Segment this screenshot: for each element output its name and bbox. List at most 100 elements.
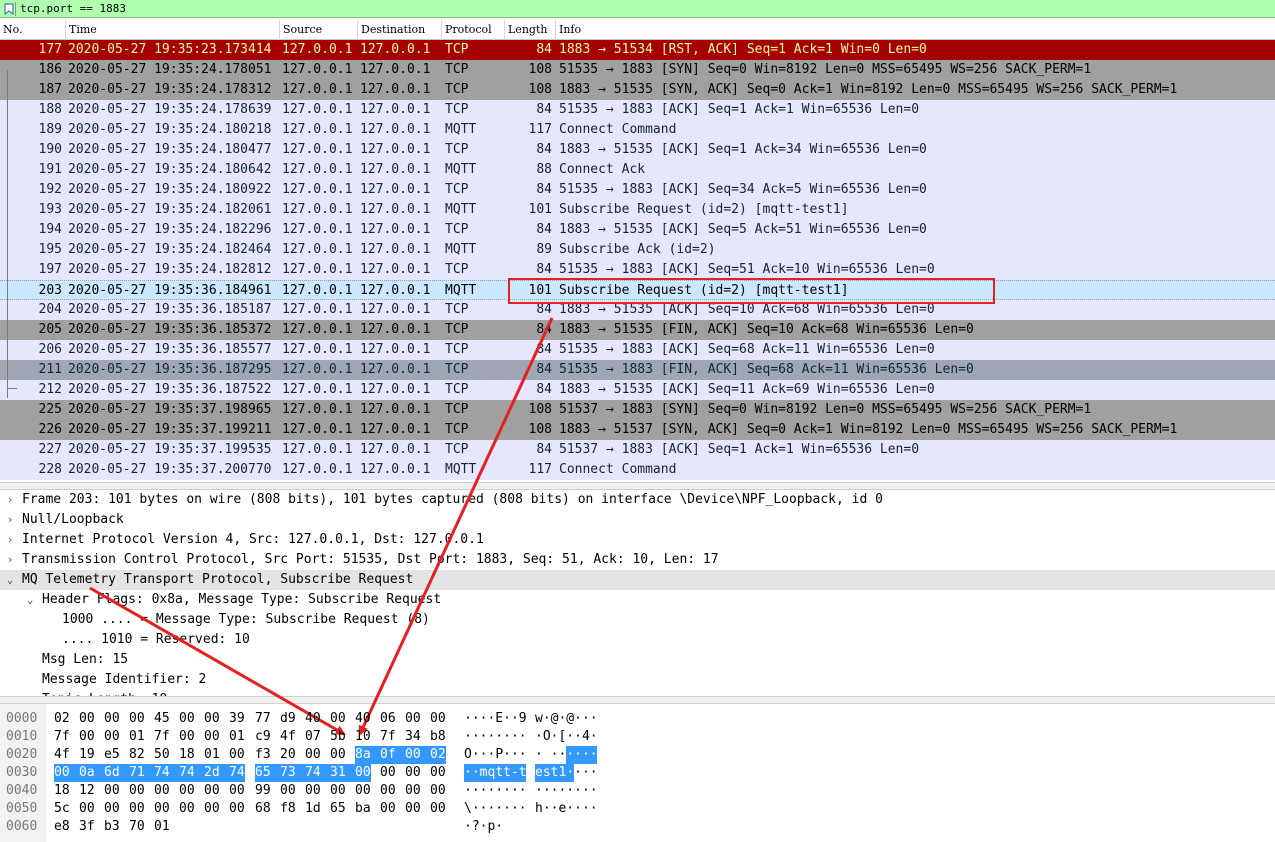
packet-row[interactable]: 206 2020-05-27 19:35:36.185577 127.0.0.1 12… bbox=[0, 340, 1275, 360]
hex-byte[interactable]: 00 bbox=[405, 800, 421, 818]
expand-arrow-icon[interactable]: › bbox=[4, 530, 16, 550]
hex-byte[interactable]: e8 bbox=[54, 818, 70, 836]
hex-byte[interactable]: 00 bbox=[305, 746, 321, 764]
hex-byte[interactable]: 01 bbox=[204, 746, 220, 764]
ascii-dump[interactable]: ·O·[··4· bbox=[535, 728, 598, 746]
details-tree-item[interactable]: ⌄ MQ Telemetry Transport Protocol, Subscr… bbox=[0, 570, 1275, 590]
bytes-row[interactable]: 0050 5c 00 00 00 00 00 00 00 68 f8 1d 65 ba 00 00 00 \···… bbox=[0, 800, 1275, 818]
hex-byte[interactable]: 74 bbox=[229, 764, 245, 782]
bytes-row[interactable]: 0030 00 0a 6d 71 74 74 2d 74 65 73 74 31 00 00 00 00 ··mq… bbox=[0, 764, 1275, 782]
details-tree-item[interactable]: Msg Len: 15 bbox=[0, 650, 1275, 670]
hex-byte[interactable]: 00 bbox=[204, 782, 220, 800]
column-header-source[interactable]: Source bbox=[280, 20, 358, 40]
column-header-length[interactable]: Length bbox=[505, 20, 556, 40]
hex-byte[interactable]: 77 bbox=[255, 710, 271, 728]
packet-list[interactable]: 177 2020-05-27 19:35:23.173414 127.0.0.1 12… bbox=[0, 40, 1275, 482]
details-tree-item[interactable]: › Frame 203: 101 bytes on wire (808 bits)… bbox=[0, 490, 1275, 510]
hex-byte[interactable]: 00 bbox=[104, 728, 120, 746]
hex-byte[interactable]: 00 bbox=[380, 782, 396, 800]
hex-byte[interactable]: 00 bbox=[380, 800, 396, 818]
display-filter-input[interactable]: tcp.port == 1883 bbox=[20, 2, 126, 15]
hex-byte[interactable]: 00 bbox=[405, 710, 421, 728]
hex-byte[interactable]: 00 bbox=[179, 728, 195, 746]
hex-byte[interactable]: 00 bbox=[79, 800, 95, 818]
hex-byte[interactable]: 00 bbox=[104, 782, 120, 800]
hex-byte[interactable]: 00 bbox=[154, 782, 170, 800]
hex-byte[interactable]: 00 bbox=[129, 710, 145, 728]
hex-byte[interactable]: 50 bbox=[154, 746, 170, 764]
hex-byte[interactable]: 73 bbox=[280, 764, 305, 782]
hex-byte[interactable]: 00 bbox=[330, 746, 346, 764]
hex-byte[interactable]: 40 bbox=[355, 710, 371, 728]
hex-byte[interactable]: 00 bbox=[330, 710, 346, 728]
hex-byte[interactable]: 00 bbox=[54, 764, 79, 782]
hex-byte[interactable]: 00 bbox=[229, 800, 245, 818]
hex-byte[interactable]: 00 bbox=[129, 782, 145, 800]
hex-byte[interactable]: f3 bbox=[255, 746, 271, 764]
hex-byte[interactable]: 10 bbox=[355, 728, 371, 746]
hex-byte[interactable]: 70 bbox=[129, 818, 145, 836]
packet-row[interactable]: 194 2020-05-27 19:35:24.182296 127.0.0.1 12… bbox=[0, 220, 1275, 240]
hex-byte[interactable]: 00 bbox=[179, 782, 195, 800]
hex-byte[interactable]: ba bbox=[355, 800, 371, 818]
ascii-dump[interactable]: h··e···· bbox=[535, 800, 598, 818]
details-tree-item[interactable]: › Transmission Control Protocol, Src Port… bbox=[0, 550, 1275, 570]
hex-byte[interactable]: 7f bbox=[380, 728, 396, 746]
hex-byte[interactable]: 5b bbox=[330, 728, 346, 746]
column-header-time[interactable]: Time bbox=[66, 20, 280, 40]
column-header-info[interactable]: Info bbox=[556, 20, 1275, 40]
hex-byte[interactable]: b8 bbox=[430, 728, 446, 746]
hex-byte[interactable]: 31 bbox=[330, 764, 355, 782]
hex-byte[interactable]: 00 bbox=[380, 764, 396, 782]
hex-byte[interactable]: 00 bbox=[179, 710, 195, 728]
hex-byte[interactable]: 1d bbox=[305, 800, 321, 818]
hex-byte[interactable]: 00 bbox=[355, 782, 371, 800]
hex-byte[interactable]: 00 bbox=[430, 782, 446, 800]
hex-byte[interactable]: 12 bbox=[79, 782, 95, 800]
packet-row[interactable]: 177 2020-05-27 19:35:23.173414 127.0.0.1 12… bbox=[0, 40, 1275, 60]
packet-row[interactable]: 187 2020-05-27 19:35:24.178312 127.0.0.1 12… bbox=[0, 80, 1275, 100]
hex-byte[interactable]: 00 bbox=[79, 728, 95, 746]
hex-byte[interactable]: 00 bbox=[79, 710, 95, 728]
hex-byte[interactable]: 6d bbox=[104, 764, 129, 782]
packet-row[interactable]: 205 2020-05-27 19:35:36.185372 127.0.0.1 12… bbox=[0, 320, 1275, 340]
packet-row[interactable]: 204 2020-05-27 19:35:36.185187 127.0.0.1 12… bbox=[0, 300, 1275, 320]
hex-byte[interactable]: 00 bbox=[405, 764, 421, 782]
packet-row[interactable]: 225 2020-05-27 19:35:37.198965 127.0.0.1 12… bbox=[0, 400, 1275, 420]
ascii-dump[interactable]: ········ bbox=[535, 782, 598, 800]
hex-byte[interactable]: 00 bbox=[430, 800, 446, 818]
hex-byte[interactable]: 06 bbox=[380, 710, 396, 728]
hex-byte[interactable]: 01 bbox=[129, 728, 145, 746]
hex-byte[interactable]: 2d bbox=[204, 764, 229, 782]
hex-byte[interactable]: 07 bbox=[305, 728, 321, 746]
hex-byte[interactable]: 0f bbox=[380, 746, 405, 764]
packet-row-selected[interactable]: 203 2020-05-27 19:35:36.184961 127.0.0.1 12… bbox=[0, 280, 1275, 300]
hex-byte[interactable]: 00 bbox=[330, 782, 346, 800]
hex-byte[interactable]: 00 bbox=[355, 764, 371, 782]
packet-row[interactable]: 195 2020-05-27 19:35:24.182464 127.0.0.1 12… bbox=[0, 240, 1275, 260]
packet-row[interactable]: 186 2020-05-27 19:35:24.178051 127.0.0.1 12… bbox=[0, 60, 1275, 80]
hex-byte[interactable]: b3 bbox=[104, 818, 120, 836]
packet-row[interactable]: 189 2020-05-27 19:35:24.180218 127.0.0.1 12… bbox=[0, 120, 1275, 140]
hex-byte[interactable]: 01 bbox=[154, 818, 170, 836]
hex-byte[interactable]: 00 bbox=[179, 800, 195, 818]
hex-byte[interactable]: 00 bbox=[229, 746, 245, 764]
ascii-dump[interactable]: · ······ bbox=[535, 746, 598, 764]
details-tree-item[interactable]: 1000 .... = Message Type: Subscribe Requ… bbox=[0, 610, 1275, 630]
ascii-dump[interactable]: ··mqtt-t bbox=[464, 764, 527, 782]
packet-row[interactable]: 212 2020-05-27 19:35:36.187522 127.0.0.1 12… bbox=[0, 380, 1275, 400]
packet-row[interactable]: 227 2020-05-27 19:35:37.199535 127.0.0.1 12… bbox=[0, 440, 1275, 460]
collapse-arrow-icon[interactable]: ⌄ bbox=[24, 590, 36, 610]
expand-arrow-icon[interactable]: › bbox=[4, 550, 16, 570]
pane-splitter-top[interactable] bbox=[0, 482, 1275, 490]
hex-byte[interactable]: 00 bbox=[104, 800, 120, 818]
hex-byte[interactable]: 74 bbox=[305, 764, 330, 782]
expand-arrow-icon[interactable]: › bbox=[4, 490, 16, 510]
hex-byte[interactable]: 19 bbox=[79, 746, 95, 764]
packet-row[interactable]: 193 2020-05-27 19:35:24.182061 127.0.0.1 12… bbox=[0, 200, 1275, 220]
column-header-no[interactable]: No. bbox=[0, 20, 66, 40]
hex-byte[interactable]: f8 bbox=[280, 800, 296, 818]
packet-row[interactable]: 228 2020-05-27 19:35:37.200770 127.0.0.1 12… bbox=[0, 460, 1275, 480]
ascii-dump[interactable]: ·?·p· bbox=[464, 818, 503, 836]
hex-byte[interactable]: 68 bbox=[255, 800, 271, 818]
